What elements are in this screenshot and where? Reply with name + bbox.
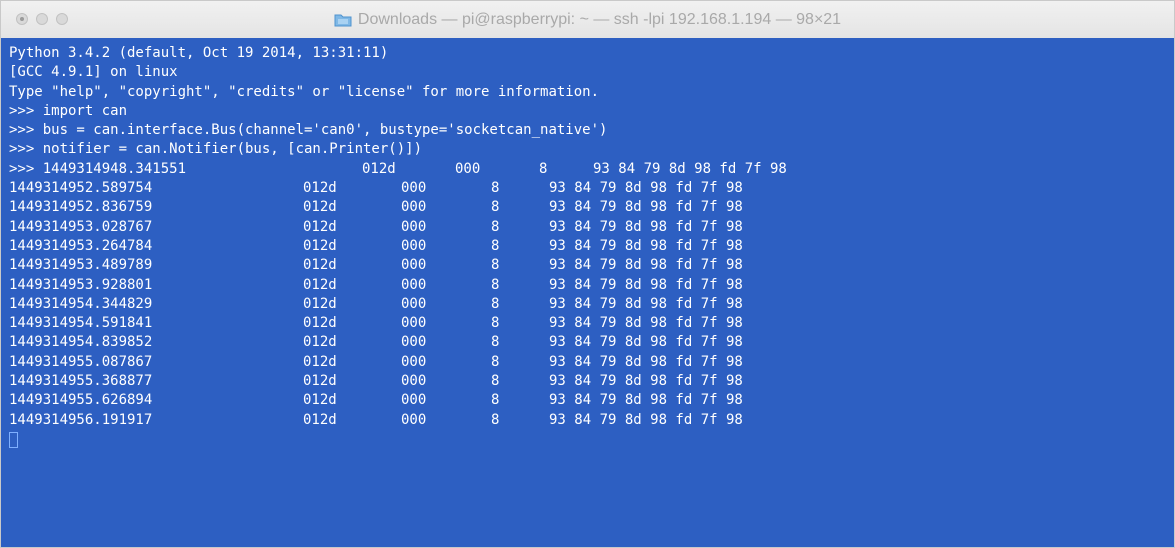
message-timestamp: 1449314954.591841 [9,315,153,332]
message-timestamp: >>> 1449314948.341551 [9,160,187,177]
can-message-row: 1449314953.028767 012d 000 8 93 84 79 8d 98 … [9,218,1174,237]
header-line: Type "help", "copyright", "credits" or "… [9,83,600,100]
message-id: 012d [303,237,337,254]
message-id: 012d [303,353,337,370]
message-timestamp: 1449314954.839852 [9,334,153,351]
message-data: 93 84 79 8d 98 fd 7f 98 [549,199,743,216]
window-title: Downloads — pi@raspberrypi: ~ — ssh -lpi… [357,10,842,28]
message-dlc: 8 [491,373,500,390]
message-timestamp: 1449314955.368877 [9,373,153,390]
can-message-row: 1449314956.191917 012d 000 8 93 84 79 8d 98 … [9,411,1174,430]
message-dlc: 8 [539,160,548,177]
message-data: 93 84 79 8d 98 fd 7f 98 [549,392,743,409]
can-message-row: 1449314955.087867 012d 000 8 93 84 79 8d 98 … [9,353,1174,372]
message-timestamp: 1449314953.028767 [9,218,153,235]
message-id: 012d [303,315,337,332]
command-line: >>> notifier = can.Notifier(bus, [can.Pr… [9,141,423,158]
message-data: 93 84 79 8d 98 fd 7f 98 [549,411,743,428]
message-dlc: 8 [491,315,500,332]
message-id: 012d [303,199,337,216]
message-data: 93 84 79 8d 98 fd 7f 98 [549,257,743,274]
message-flags: 000 [401,334,427,351]
message-data: 93 84 79 8d 98 fd 7f 98 [549,353,743,370]
message-id: 012d [303,218,337,235]
message-flags: 000 [401,392,427,409]
message-dlc: 8 [491,353,500,370]
message-timestamp: 1449314953.264784 [9,237,153,254]
command-line: >>> import can [9,102,128,119]
message-id: 012d [303,411,337,428]
command-line: >>> bus = can.interface.Bus(channel='can… [9,122,608,139]
can-message-row: >>> 1449314948.341551 012d 000 8 93 84 7… [9,160,1174,179]
can-message-row: 1449314953.489789 012d 000 8 93 84 79 8d 98 … [9,256,1174,275]
message-flags: 000 [401,353,427,370]
message-id: 012d [303,295,337,312]
message-dlc: 8 [491,218,500,235]
message-dlc: 8 [491,392,500,409]
message-dlc: 8 [491,199,500,216]
message-flags: 000 [401,373,427,390]
message-timestamp: 1449314955.087867 [9,353,153,370]
message-data: 93 84 79 8d 98 fd 7f 98 [549,334,743,351]
message-id: 012d [303,180,337,197]
can-message-row: 1449314954.591841 012d 000 8 93 84 79 8d 98 … [9,314,1174,333]
can-message-row: 1449314954.839852 012d 000 8 93 84 79 8d 98 … [9,333,1174,352]
message-id: 012d [303,257,337,274]
message-timestamp: 1449314953.928801 [9,276,153,293]
can-message-row: 1449314952.589754 012d 000 8 93 84 79 8d 98 … [9,179,1174,198]
message-timestamp: 1449314954.344829 [9,295,153,312]
can-message-row: 1449314955.626894 012d 000 8 93 84 79 8d 98 … [9,391,1174,410]
message-flags: 000 [401,218,427,235]
message-dlc: 8 [491,180,500,197]
can-message-row: 1449314955.368877 012d 000 8 93 84 79 8d 98 … [9,372,1174,391]
message-flags: 000 [401,237,427,254]
can-message-row: 1449314952.836759 012d 000 8 93 84 79 8d 98 … [9,198,1174,217]
message-data: 93 84 79 8d 98 fd 7f 98 [549,373,743,390]
message-data: 93 84 79 8d 98 fd 7f 98 [549,180,743,197]
terminal-window: Downloads — pi@raspberrypi: ~ — ssh -lpi… [0,0,1175,548]
message-flags: 000 [401,276,427,293]
message-dlc: 8 [491,295,500,312]
message-id: 012d [303,334,337,351]
message-data: 93 84 79 8d 98 fd 7f 98 [549,218,743,235]
terminal-cursor [9,431,18,448]
title-bar[interactable]: Downloads — pi@raspberrypi: ~ — ssh -lpi… [1,1,1174,39]
message-flags: 000 [401,257,427,274]
message-flags: 000 [401,180,427,197]
message-id: 012d [362,160,396,177]
message-timestamp: 1449314955.626894 [9,392,153,409]
message-timestamp: 1449314952.589754 [9,180,153,197]
message-dlc: 8 [491,237,500,254]
message-dlc: 8 [491,411,500,428]
folder-icon [334,13,352,27]
message-data: 93 84 79 8d 98 fd 7f 98 [593,160,787,177]
message-data: 93 84 79 8d 98 fd 7f 98 [549,315,743,332]
message-timestamp: 1449314956.191917 [9,411,153,428]
can-message-row: 1449314953.264784 012d 000 8 93 84 79 8d 98 … [9,237,1174,256]
message-data: 93 84 79 8d 98 fd 7f 98 [549,237,743,254]
message-data: 93 84 79 8d 98 fd 7f 98 [549,276,743,293]
terminal-output[interactable]: Python 3.4.2 (default, Oct 19 2014, 13:3… [1,38,1174,547]
message-flags: 000 [401,199,427,216]
message-timestamp: 1449314952.836759 [9,199,153,216]
message-dlc: 8 [491,257,500,274]
message-flags: 000 [401,411,427,428]
header-line: Python 3.4.2 (default, Oct 19 2014, 13:3… [9,45,389,61]
message-dlc: 8 [491,276,500,293]
window-title-group: Downloads — pi@raspberrypi: ~ — ssh -lpi… [1,1,1174,38]
can-message-row: 1449314953.928801 012d 000 8 93 84 79 8d 98 … [9,276,1174,295]
message-id: 012d [303,373,337,390]
message-flags: 000 [401,315,427,332]
header-line: [GCC 4.9.1] on linux [9,64,178,81]
message-id: 012d [303,392,337,409]
message-id: 012d [303,276,337,293]
message-timestamp: 1449314953.489789 [9,257,153,274]
can-message-row: 1449314954.344829 012d 000 8 93 84 79 8d 98 … [9,295,1174,314]
message-data: 93 84 79 8d 98 fd 7f 98 [549,295,743,312]
message-flags: 000 [401,295,427,312]
message-dlc: 8 [491,334,500,351]
message-flags: 000 [455,160,481,177]
